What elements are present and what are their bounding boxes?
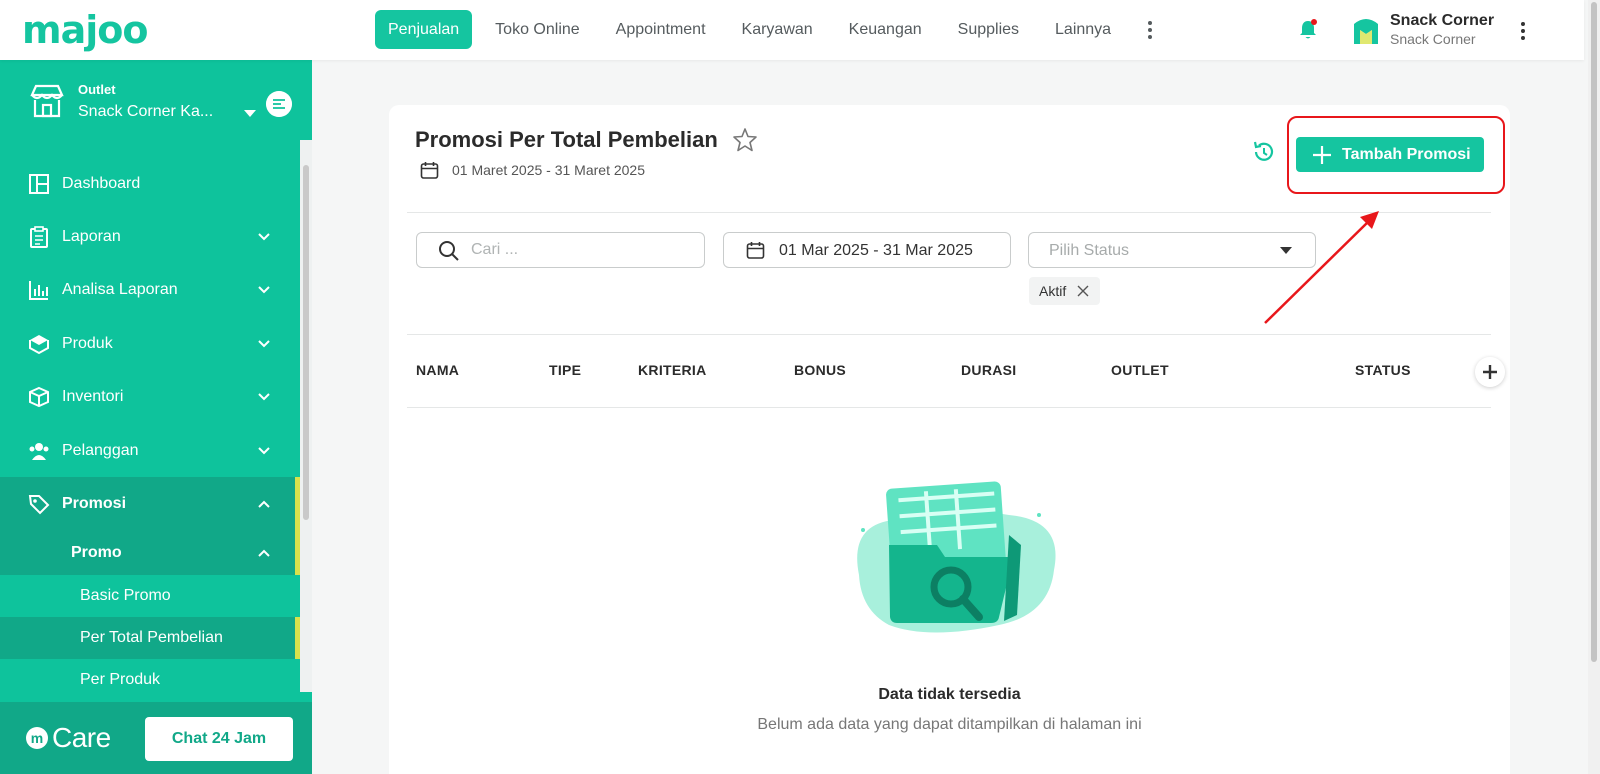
dashboard-icon bbox=[29, 173, 49, 194]
sidebar-item-label: Inventori bbox=[62, 388, 124, 406]
nav-keuangan[interactable]: Keuangan bbox=[836, 10, 935, 49]
calendar-icon bbox=[420, 162, 439, 179]
date-filter-value: 01 Mar 2025 - 31 Mar 2025 bbox=[779, 242, 973, 259]
care-text: Care bbox=[52, 722, 111, 753]
user-store: Snack Corner bbox=[1390, 31, 1476, 47]
star-icon[interactable] bbox=[732, 127, 758, 153]
nav-supplies[interactable]: Supplies bbox=[945, 10, 1032, 49]
date-filter[interactable]: 01 Mar 2025 - 31 Mar 2025 bbox=[723, 232, 1011, 268]
sidebar-leaf-per-produk[interactable]: Per Produk bbox=[0, 659, 300, 701]
empty-state-title: Data tidak tersedia bbox=[878, 686, 1021, 703]
bell-icon[interactable] bbox=[1298, 19, 1318, 41]
sidebar-item-label: Analisa Laporan bbox=[62, 281, 178, 299]
status-placeholder: Pilih Status bbox=[1049, 242, 1130, 259]
kebab-icon[interactable] bbox=[1140, 10, 1160, 49]
sidebar-footer: m Care Chat 24 Jam bbox=[0, 702, 312, 774]
highlight-box bbox=[1287, 116, 1505, 194]
close-icon[interactable] bbox=[1076, 284, 1090, 298]
sidebar-item-label: Promosi bbox=[62, 495, 127, 513]
chevron-down-icon bbox=[258, 286, 270, 294]
empty-state-subtitle: Belum ada data yang dapat ditampilkan di… bbox=[757, 716, 1142, 733]
sidebar-item-inventori[interactable]: Inventori bbox=[0, 371, 300, 424]
majoo-logo[interactable]: majoo bbox=[22, 8, 148, 52]
divider bbox=[407, 407, 1491, 408]
search-icon bbox=[439, 241, 459, 261]
sidebar-item-pelanggan[interactable]: Pelanggan bbox=[0, 424, 300, 477]
inventory-icon bbox=[29, 387, 49, 408]
empty-folder-illustration bbox=[857, 481, 1056, 633]
sidebar-leaf-basic-promo[interactable]: Basic Promo bbox=[0, 575, 300, 617]
sidebar-item-label: Pelanggan bbox=[62, 441, 139, 459]
sidebar-item-label: Produk bbox=[62, 334, 113, 352]
bar-chart-icon bbox=[29, 281, 48, 301]
column-nama[interactable]: NAMA bbox=[416, 362, 459, 378]
user-name[interactable]: Snack Corner bbox=[1390, 12, 1494, 30]
sidebar-item-promosi[interactable]: Promosi bbox=[0, 477, 300, 532]
store-avatar-icon[interactable] bbox=[1351, 14, 1381, 46]
nav-lainnya[interactable]: Lainnya bbox=[1042, 10, 1124, 49]
column-outlet[interactable]: OUTLET bbox=[1111, 362, 1169, 378]
calendar-icon bbox=[746, 242, 765, 259]
column-durasi[interactable]: DURASI bbox=[961, 362, 1016, 378]
outlet-label: Outlet bbox=[78, 82, 116, 97]
nav-toko-online[interactable]: Toko Online bbox=[482, 10, 593, 49]
page-date-range: 01 Maret 2025 - 31 Maret 2025 bbox=[452, 162, 646, 178]
top-bar: majoo Penjualan Toko Online Appointment … bbox=[0, 0, 1584, 60]
search-input[interactable] bbox=[471, 234, 691, 266]
column-kriteria[interactable]: KRITERIA bbox=[638, 362, 707, 378]
sidebar-item-label: Dashboard bbox=[62, 174, 141, 192]
status-chip-aktif: Aktif bbox=[1029, 277, 1101, 305]
sidebar-item-analisa-laporan[interactable]: Analisa Laporan bbox=[0, 264, 300, 317]
chevron-down-icon bbox=[258, 233, 270, 241]
add-column-icon[interactable] bbox=[1475, 357, 1505, 387]
store-icon bbox=[30, 84, 64, 118]
users-icon bbox=[29, 442, 49, 460]
chevron-down-icon[interactable] bbox=[244, 110, 256, 117]
annotation-arrow bbox=[1264, 211, 1379, 324]
tag-icon bbox=[28, 495, 50, 515]
sidebar-item-dashboard[interactable]: Dashboard bbox=[0, 157, 300, 210]
sidebar-scrollbar[interactable] bbox=[300, 140, 312, 692]
care-m-icon: m bbox=[26, 727, 48, 749]
user-menu-kebab-icon[interactable] bbox=[1513, 20, 1533, 42]
top-nav: Penjualan Toko Online Appointment Karyaw… bbox=[375, 10, 1160, 49]
sidebar-item-laporan[interactable]: Laporan bbox=[0, 210, 300, 263]
column-status[interactable]: STATUS bbox=[1355, 362, 1411, 378]
sidebar-menu: Dashboard Laporan Analisa Laporan Produk… bbox=[0, 157, 300, 701]
chevron-up-icon bbox=[258, 549, 270, 557]
chevron-down-icon bbox=[258, 393, 270, 401]
chevron-down-icon bbox=[258, 446, 270, 455]
history-icon[interactable] bbox=[1251, 139, 1277, 165]
outlet-selector[interactable]: Snack Corner Ka... bbox=[78, 103, 213, 121]
majoo-care-logo: m Care bbox=[26, 722, 111, 754]
sidebar-item-produk[interactable]: Produk bbox=[0, 317, 300, 370]
table-header: NAMA TIPE KRITERIA BONUS DURASI OUTLET S… bbox=[407, 335, 1505, 407]
sidebar-subitem-promo[interactable]: Promo bbox=[0, 530, 300, 575]
nav-appointment[interactable]: Appointment bbox=[603, 10, 719, 49]
page-scrollbar[interactable] bbox=[1588, 0, 1600, 774]
sidebar: Outlet Snack Corner Ka... Dashboard Lapo… bbox=[0, 60, 312, 774]
column-bonus[interactable]: BONUS bbox=[794, 362, 846, 378]
clipboard-icon bbox=[30, 226, 48, 249]
search-field[interactable] bbox=[416, 232, 705, 268]
chat-24-jam-button[interactable]: Chat 24 Jam bbox=[145, 717, 293, 761]
column-tipe[interactable]: TIPE bbox=[549, 362, 581, 378]
chevron-down-icon bbox=[258, 340, 270, 348]
sidebar-subitem-label: Promo bbox=[71, 543, 122, 561]
page-title: Promosi Per Total Pembelian bbox=[415, 127, 718, 152]
sidebar-item-label: Laporan bbox=[62, 228, 121, 246]
chevron-up-icon bbox=[258, 500, 270, 508]
sidebar-leaf-per-total-pembelian[interactable]: Per Total Pembelian bbox=[0, 616, 300, 659]
collapse-sidebar-icon[interactable] bbox=[266, 91, 292, 117]
nav-karyawan[interactable]: Karyawan bbox=[729, 10, 826, 49]
nav-penjualan[interactable]: Penjualan bbox=[375, 10, 473, 49]
box-icon bbox=[29, 334, 49, 355]
chip-label: Aktif bbox=[1039, 283, 1067, 299]
